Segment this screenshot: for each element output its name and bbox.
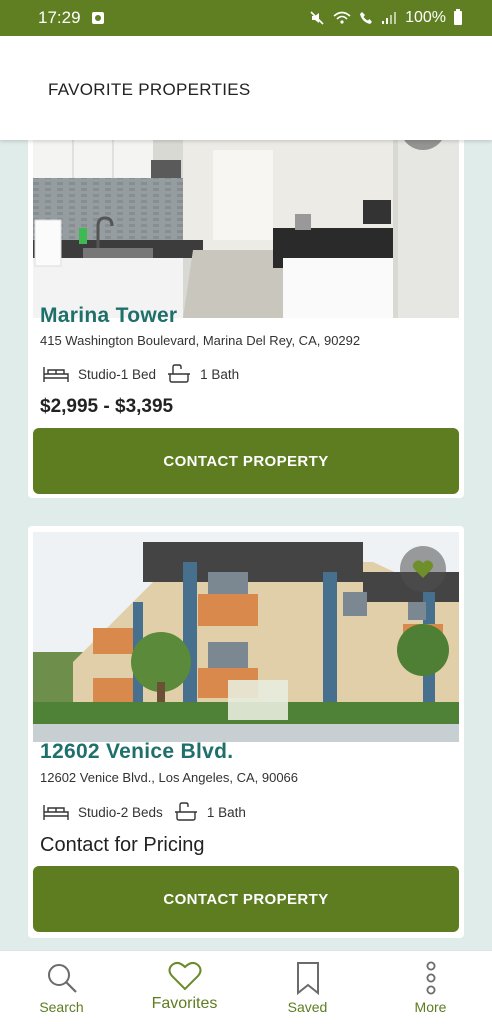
nav-favorites[interactable]: Favorites [123, 951, 246, 1025]
property-address: 415 Washington Boulevard, Marina Del Rey… [40, 333, 361, 348]
property-card[interactable]: Marina Tower 415 Washington Boulevard, M… [28, 104, 464, 498]
app-bar: FAVORITE PROPERTIES [0, 36, 492, 140]
notification-icon [91, 12, 104, 24]
call-icon [360, 12, 373, 24]
battery-percent: 100% [405, 9, 446, 26]
bookmark-icon [296, 962, 319, 995]
beds-label: Studio-1 Bed [78, 366, 157, 382]
heart-icon [412, 560, 434, 578]
amenities-row: Studio-1 Bed 1 Bath [42, 364, 239, 384]
bath-icon [168, 364, 191, 383]
favorite-toggle-button[interactable] [400, 546, 446, 592]
signal-icon [382, 12, 397, 24]
contact-property-button[interactable]: CONTACT PROPERTY [33, 866, 459, 932]
nav-saved[interactable]: Saved [246, 951, 369, 1025]
contact-property-button[interactable]: CONTACT PROPERTY [33, 428, 459, 494]
nav-label: Favorites [151, 995, 218, 1012]
heart-icon [168, 961, 201, 991]
bed-icon [43, 367, 69, 382]
nav-label: Saved [287, 999, 328, 1015]
search-icon [47, 964, 77, 993]
bed-icon [43, 805, 69, 820]
clock: 17:29 [38, 8, 81, 27]
baths-label: 1 Bath [200, 366, 240, 382]
property-name[interactable]: Marina Tower [40, 304, 177, 328]
nav-more[interactable]: More [369, 951, 492, 1025]
property-address: 12602 Venice Blvd., Los Angeles, CA, 900… [40, 770, 299, 785]
price-label: Contact for Pricing [40, 834, 205, 856]
property-name[interactable]: 12602 Venice Blvd. [40, 740, 233, 764]
more-vertical-icon [426, 961, 435, 995]
amenities-row: Studio-2 Beds 1 Bath [42, 802, 246, 822]
wifi-icon [333, 11, 351, 24]
bath-icon [174, 802, 197, 821]
price-label: $2,995 - $3,395 [40, 396, 174, 417]
battery-icon [454, 9, 462, 25]
property-photo[interactable] [33, 532, 459, 742]
bottom-navigation: Search Favorites Saved More [0, 950, 492, 1025]
status-bar: 17:29 100% [0, 0, 492, 36]
page-title: FAVORITE PROPERTIES [48, 80, 251, 99]
mute-icon [310, 11, 324, 25]
baths-label: 1 Bath [206, 804, 246, 820]
nav-search[interactable]: Search [0, 951, 123, 1025]
beds-label: Studio-2 Beds [78, 804, 163, 820]
property-card[interactable]: 12602 Venice Blvd. 12602 Venice Blvd., L… [28, 526, 464, 938]
nav-label: More [414, 999, 447, 1015]
nav-label: Search [39, 999, 84, 1015]
property-photo[interactable] [33, 140, 459, 318]
